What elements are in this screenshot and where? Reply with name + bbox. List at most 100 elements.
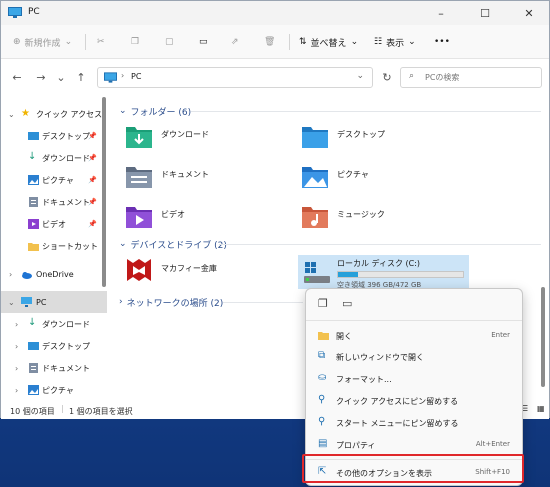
sidebar-item-label: ドキュメント [42, 363, 90, 373]
sort-icon: ⇅ [299, 37, 307, 47]
local-disk-tile[interactable]: ローカル ディスク (C:) 空き領域 396 GB/472 GB [298, 255, 469, 289]
mcafee-vault-tile[interactable]: マカフィー金庫 [125, 255, 275, 289]
menu-item-label: 新しいウィンドウで開く [336, 353, 424, 362]
toolbar-divider [85, 34, 86, 50]
folder-tile-pictures[interactable]: ピクチャ [301, 161, 451, 191]
sidebar-item-downloads[interactable]: ↓ ダウンロード 📌 [1, 147, 107, 169]
maximize-button[interactable]: ☐ [463, 1, 507, 25]
command-bar: ⊕ 新規作成 ⌄ ✂ ❐ ▢ ▭ ⇗ 🗑 ⇅ 並べ替え ⌄ ☷ 表示 ⌄ ••• [1, 25, 549, 59]
more-options-button[interactable]: ••• [434, 33, 450, 51]
sidebar-scrollbar[interactable] [102, 97, 106, 287]
sidebar-item-pictures[interactable]: ピクチャ 📌 [1, 169, 107, 191]
menu-item-label: クイック アクセスにピン留めする [336, 397, 459, 406]
breadcrumb-separator: › [121, 71, 125, 80]
search-input[interactable]: ⌕ PCの検索 [400, 67, 542, 88]
mcafee-label: マカフィー金庫 [161, 264, 217, 273]
divider [223, 302, 303, 303]
tiles-view-icon[interactable]: ▦ [537, 404, 545, 413]
sort-label: 並べ替え [310, 38, 347, 49]
chevron-right-icon[interactable]: › [15, 320, 18, 329]
pin-icon: 📌 [88, 176, 97, 184]
breadcrumb[interactable]: PC [131, 72, 141, 81]
search-placeholder: PCの検索 [425, 73, 460, 82]
format-icon: ⛀ [318, 372, 327, 383]
sidebar-item-label: ダウンロード [42, 153, 90, 163]
trash-icon: 🗑 [264, 37, 276, 47]
rename-icon[interactable]: ▭ [342, 297, 352, 310]
folder-tile-videos[interactable]: ビデオ [125, 201, 275, 231]
pictures-icon [28, 175, 39, 185]
pin-icon: 📌 [88, 198, 97, 206]
chevron-down-icon[interactable]: ⌄ [8, 110, 15, 119]
sidebar-item-shortcut[interactable]: ショートカット [1, 235, 107, 257]
chevron-down-icon[interactable]: ⌄ [356, 71, 364, 81]
recent-button[interactable]: ⌄ [53, 69, 69, 85]
back-button[interactable]: ← [9, 69, 25, 85]
title-bar[interactable]: PC – ☐ ✕ [1, 1, 549, 25]
content-scrollbar[interactable] [541, 287, 545, 387]
chevron-right-icon[interactable]: › [15, 342, 18, 351]
documents-folder-icon [126, 167, 152, 188]
sidebar-item-pc-desktop[interactable]: › デスクトップ [1, 335, 107, 357]
sidebar-item-pc[interactable]: ⌄ PC [1, 291, 107, 313]
up-button[interactable]: ↑ [73, 69, 89, 85]
paste-button[interactable]: ▢ [165, 33, 174, 51]
chevron-right-icon[interactable]: › [15, 386, 18, 395]
folder-label: ビデオ [161, 210, 185, 219]
menu-item-open-new-window[interactable]: ⧉ 新しいウィンドウで開く [310, 347, 518, 367]
sidebar-item-desktop[interactable]: デスクトップ 📌 [1, 125, 107, 147]
sidebar-item-label: ダウンロード [42, 319, 90, 329]
chevron-down-icon: ⌄ [64, 37, 73, 47]
menu-item-label: 開く [336, 332, 352, 341]
document-icon [29, 197, 38, 207]
menu-item-properties[interactable]: ▤ プロパティ Alt+Enter [310, 435, 518, 455]
sort-button[interactable]: ⇅ 並べ替え ⌄ [299, 33, 358, 51]
forward-button[interactable]: → [33, 69, 49, 85]
menu-item-shortcut: Enter [491, 331, 510, 339]
new-button[interactable]: ⊕ 新規作成 ⌄ [13, 33, 72, 51]
copy-icon[interactable]: ❐ [318, 297, 328, 310]
sidebar-item-pc-pictures[interactable]: › ピクチャ [1, 379, 107, 401]
rename-button[interactable]: ▭ [199, 33, 208, 51]
menu-item-pin-quick-access[interactable]: ⚲ クイック アクセスにピン留めする [310, 391, 518, 411]
delete-button[interactable]: 🗑 [264, 33, 275, 51]
sidebar-item-documents[interactable]: ドキュメント 📌 [1, 191, 107, 213]
folder-label: デスクトップ [337, 130, 385, 139]
sidebar-item-pc-downloads[interactable]: › ↓ ダウンロード [1, 313, 107, 335]
chevron-down-icon[interactable]: ⌄ [8, 298, 15, 307]
menu-item-open[interactable]: 開く Enter [310, 326, 518, 346]
folder-tile-music[interactable]: ミュージック [301, 201, 451, 231]
toolbar-divider [289, 34, 290, 50]
sidebar-item-videos[interactable]: ビデオ 📌 [1, 213, 107, 235]
devices-group-header[interactable]: ⌄ デバイスとドライブ (2) [119, 237, 227, 251]
network-group-header[interactable]: › ネットワークの場所 (2) [119, 295, 223, 309]
sidebar-item-quick-access[interactable]: ⌄ ★ クイック アクセス [1, 103, 107, 125]
sidebar-item-label: クイック アクセス [36, 109, 103, 119]
menu-item-format[interactable]: ⛀ フォーマット... [310, 369, 518, 389]
chevron-right-icon[interactable]: › [9, 270, 12, 279]
sidebar-item-pc-documents[interactable]: › ドキュメント [1, 357, 107, 379]
address-bar[interactable]: › PC ⌄ [97, 67, 373, 88]
folder-label: ミュージック [337, 210, 385, 219]
cut-button[interactable]: ✂ [97, 33, 105, 51]
menu-item-shortcut: Alt+Enter [475, 440, 510, 448]
folder-tile-documents[interactable]: ドキュメント [125, 161, 275, 191]
close-button[interactable]: ✕ [507, 1, 550, 25]
share-button[interactable]: ⇗ [231, 33, 239, 51]
sidebar-item-label: ショートカット [42, 241, 98, 251]
refresh-button[interactable]: ↻ [379, 69, 395, 85]
status-divider: | [61, 404, 64, 413]
devices-header-label: デバイスとドライブ (2) [130, 240, 227, 251]
arrow-up-icon: ↑ [76, 70, 86, 84]
folder-tile-downloads[interactable]: ダウンロード [125, 121, 275, 151]
minimize-button[interactable]: – [419, 1, 463, 25]
folders-group-header[interactable]: ⌄ フォルダー (6) [119, 104, 191, 118]
arrow-right-icon: → [36, 70, 46, 84]
download-icon: ↓ [28, 151, 37, 162]
copy-button[interactable]: ❐ [131, 33, 139, 51]
chevron-right-icon[interactable]: › [15, 364, 18, 373]
menu-item-pin-start[interactable]: ⚲ スタート メニューにピン留めする [310, 413, 518, 433]
folder-tile-desktop[interactable]: デスクトップ [301, 121, 451, 151]
view-button[interactable]: ☷ 表示 ⌄ [374, 33, 416, 51]
sidebar-item-onedrive[interactable]: › OneDrive [1, 263, 107, 285]
